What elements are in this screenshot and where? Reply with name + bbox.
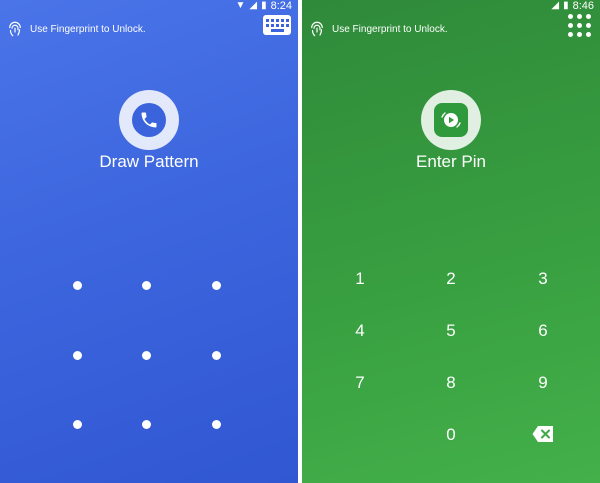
pattern-dot[interactable] (212, 351, 221, 360)
pattern-grid[interactable] (0, 0, 298, 483)
key-0[interactable]: 0 (431, 420, 471, 450)
key-1[interactable]: 1 (340, 264, 380, 294)
pattern-lock-screen: ▼ ◢ ▮ 8:24 Use Fingerprint to Unlock. Dr… (0, 0, 298, 483)
pattern-dot[interactable] (73, 351, 82, 360)
key-3[interactable]: 3 (523, 264, 563, 294)
pattern-dot[interactable] (142, 281, 151, 290)
pattern-dot[interactable] (73, 281, 82, 290)
pin-lock-screen: ◢ ▮ 8:46 Use Fingerprint to Unlock. Ente… (302, 0, 600, 483)
pin-keypad: 1 2 3 4 5 6 7 8 9 0 (302, 0, 600, 483)
key-5[interactable]: 5 (431, 316, 471, 346)
key-8[interactable]: 8 (431, 368, 471, 398)
backspace-icon[interactable] (532, 425, 554, 443)
key-9[interactable]: 9 (523, 368, 563, 398)
key-4[interactable]: 4 (340, 316, 380, 346)
pattern-dot[interactable] (142, 351, 151, 360)
key-7[interactable]: 7 (340, 368, 380, 398)
key-2[interactable]: 2 (431, 264, 471, 294)
screenshot: ▼ ◢ ▮ 8:24 Use Fingerprint to Unlock. Dr… (0, 0, 600, 483)
pattern-dot[interactable] (142, 420, 151, 429)
pattern-dot[interactable] (212, 420, 221, 429)
pattern-dot[interactable] (212, 281, 221, 290)
key-6[interactable]: 6 (523, 316, 563, 346)
pattern-dot[interactable] (73, 420, 82, 429)
